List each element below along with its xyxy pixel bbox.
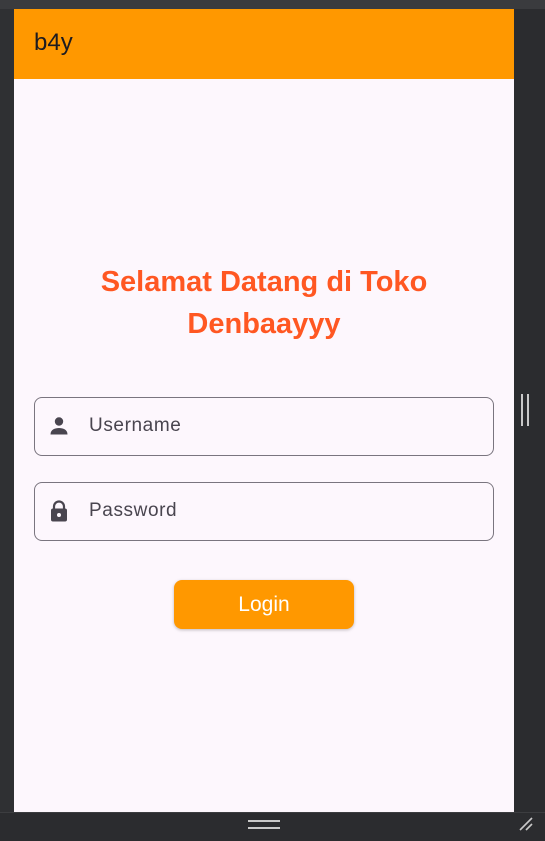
- welcome-heading: Selamat Datang di Toko Denbaayyy: [54, 261, 474, 345]
- person-icon: [50, 417, 68, 435]
- username-field[interactable]: [34, 397, 494, 456]
- welcome-line-2: Denbaayyy: [187, 308, 341, 340]
- horizontal-resize-handle[interactable]: [248, 820, 280, 829]
- corner-resize-grip-icon[interactable]: [517, 815, 535, 833]
- app-bar-title: b4y: [34, 29, 73, 56]
- username-input[interactable]: [89, 398, 479, 454]
- password-field[interactable]: [34, 482, 494, 541]
- emulator-window: b4y Selamat Datang di Toko Denbaayyy Log…: [0, 0, 545, 841]
- password-input[interactable]: [89, 483, 479, 539]
- window-top-edge: [0, 0, 545, 9]
- vertical-resize-handle[interactable]: [521, 394, 529, 426]
- login-button[interactable]: Login: [174, 580, 354, 629]
- welcome-line-1: Selamat Datang di Toko: [100, 266, 428, 298]
- app-bar: b4y: [14, 9, 514, 79]
- window-left-edge: [0, 9, 14, 812]
- lock-icon: [51, 500, 67, 522]
- app-screen: b4y Selamat Datang di Toko Denbaayyy Log…: [14, 9, 514, 812]
- window-right-edge: [514, 9, 545, 812]
